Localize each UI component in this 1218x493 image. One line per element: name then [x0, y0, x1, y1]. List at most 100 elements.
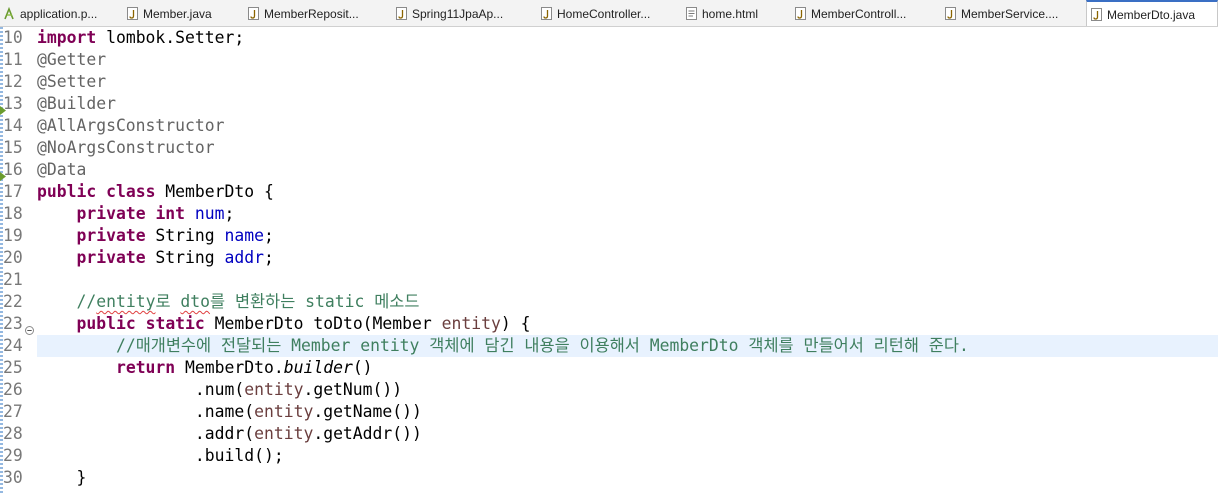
code-text-area: }	[37, 467, 1218, 489]
code-text: @Setter	[37, 72, 107, 91]
code-line[interactable]: 15 @NoArgsConstructor	[0, 137, 1218, 159]
tab-label: Spring11JpaAp...	[412, 6, 504, 21]
code-text-area: .addr(entity.getAddr())	[37, 423, 1218, 445]
code-text: import lombok.Setter;	[37, 28, 245, 47]
code-text: public class MemberDto {	[37, 182, 274, 201]
code-text-area: public class MemberDto {	[37, 181, 1218, 203]
tab-home-controller[interactable]: HomeController...	[537, 0, 682, 26]
code-line[interactable]: 16 @Data	[0, 159, 1218, 181]
code-text: public static MemberDto toDto(Member ent…	[76, 314, 531, 333]
code-line[interactable]: 14 @AllArgsConstructor	[0, 115, 1218, 137]
code-line[interactable]: 20 private String addr;	[0, 247, 1218, 269]
tab-label: MemberDto.java	[1107, 7, 1196, 22]
code-text: private String addr;	[76, 248, 274, 267]
code-line[interactable]: 26 .num(entity.getNum())	[0, 379, 1218, 401]
tab-label: application.p...	[20, 6, 98, 21]
code-text-area: private String addr;	[37, 247, 1218, 269]
code-text: .num(entity.getNum())	[37, 380, 403, 399]
code-line[interactable]: 24 //매개변수에 전달되는 Member entity 객체에 담긴 내용을…	[0, 335, 1218, 357]
code-line[interactable]: 11 @Getter	[0, 49, 1218, 71]
line-number: 24	[3, 336, 23, 355]
java-file-icon	[541, 7, 552, 20]
tab-label: Member.java	[143, 6, 212, 21]
code-line[interactable]: 21	[0, 269, 1218, 291]
code-line[interactable]: 29 .build();	[0, 445, 1218, 467]
line-number: 11	[3, 50, 23, 69]
java-file-icon	[945, 7, 956, 20]
line-number: 20	[3, 248, 23, 267]
code-text-area: @Getter	[37, 49, 1218, 71]
code-text: .name(entity.getName())	[37, 402, 422, 421]
line-number: 13	[3, 94, 23, 113]
line-number: 18	[3, 204, 23, 223]
tab-member-service[interactable]: MemberService....	[941, 0, 1086, 26]
line-number: 16	[3, 160, 23, 179]
line-number: 10	[3, 28, 23, 47]
code-text-area: private String name;	[37, 225, 1218, 247]
code-line[interactable]: 22 //entity로 dto를 변환하는 static 메소드	[0, 291, 1218, 313]
code-text: //매개변수에 전달되는 Member entity 객체에 담긴 내용을 이용…	[115, 336, 969, 355]
code-text-area: public static MemberDto toDto(Member ent…	[37, 313, 1218, 335]
line-number: 19	[3, 226, 23, 245]
code-line[interactable]: 23 public static MemberDto toDto(Member …	[0, 313, 1218, 335]
code-editor[interactable]: 10 import lombok.Setter; 11 @Getter 12 @Sette…	[0, 27, 1218, 493]
code-line[interactable]: 18 private int num;	[0, 203, 1218, 225]
tab-home-html[interactable]: home.html	[682, 0, 791, 26]
code-line[interactable]: 28 .addr(entity.getAddr())	[0, 423, 1218, 445]
code-line[interactable]: 17 public class MemberDto {	[0, 181, 1218, 203]
tab-member-java[interactable]: Member.java	[123, 0, 244, 26]
line-number: 17	[3, 182, 23, 201]
code-text-area: @Data	[37, 159, 1218, 181]
code-text-area: import lombok.Setter;	[37, 27, 1218, 49]
code-line[interactable]: 13 @Builder	[0, 93, 1218, 115]
code-text-area: @Setter	[37, 71, 1218, 93]
code-text-area: //entity로 dto를 변환하는 static 메소드	[37, 291, 1218, 313]
line-number: 26	[3, 380, 23, 399]
tab-member-controller[interactable]: MemberControll...	[791, 0, 941, 26]
code-line[interactable]: 27 .name(entity.getName())	[0, 401, 1218, 423]
tab-label: HomeController...	[557, 6, 651, 21]
tab-member-repository[interactable]: MemberReposit...	[244, 0, 392, 26]
code-line[interactable]: 12 @Setter	[0, 71, 1218, 93]
code-text: @Builder	[37, 94, 116, 113]
code-line[interactable]: 19 private String name;	[0, 225, 1218, 247]
code-text: }	[37, 468, 87, 487]
tab-label: home.html	[702, 6, 759, 21]
code-text: @AllArgsConstructor	[37, 116, 225, 135]
line-number: 15	[3, 138, 23, 157]
editor-tab-bar: application.p... Member.java MemberRepos…	[0, 0, 1218, 27]
code-text: .build();	[37, 446, 284, 465]
code-line[interactable]: 30 }	[0, 467, 1218, 489]
code-line[interactable]: 10 import lombok.Setter;	[0, 27, 1218, 49]
java-file-icon	[127, 7, 138, 20]
html-file-icon	[686, 7, 697, 20]
annotation-marker-icon	[0, 99, 6, 115]
java-file-icon	[1091, 8, 1102, 21]
code-text-area: return MemberDto.builder()	[37, 357, 1218, 379]
properties-file-icon	[4, 6, 15, 20]
code-text: private int num;	[76, 204, 235, 223]
java-file-icon	[795, 7, 806, 20]
code-text-area: .build();	[37, 445, 1218, 467]
line-number: 28	[3, 424, 23, 443]
tab-application-properties[interactable]: application.p...	[0, 0, 123, 26]
code-line[interactable]: 25 return MemberDto.builder()	[0, 357, 1218, 379]
line-number: 30	[3, 468, 23, 487]
collapse-icon[interactable]	[25, 319, 34, 335]
tab-spring11jpa-application[interactable]: Spring11JpaAp...	[392, 0, 537, 26]
tab-member-dto[interactable]: MemberDto.java	[1086, 0, 1218, 26]
code-text-area: .num(entity.getNum())	[37, 379, 1218, 401]
tab-label: MemberReposit...	[264, 6, 359, 21]
line-number: 27	[3, 402, 23, 421]
tab-label: MemberService....	[961, 6, 1059, 21]
code-text-area: @Builder	[37, 93, 1218, 115]
line-number: 14	[3, 116, 23, 135]
annotation-marker-icon	[0, 165, 6, 181]
code-text: private String name;	[76, 226, 274, 245]
code-text: return MemberDto.builder()	[115, 358, 373, 377]
line-number: 22	[3, 292, 23, 311]
line-number: 29	[3, 446, 23, 465]
code-text-area: @NoArgsConstructor	[37, 137, 1218, 159]
code-text: .addr(entity.getAddr())	[37, 424, 422, 443]
code-text: @Data	[37, 160, 87, 179]
